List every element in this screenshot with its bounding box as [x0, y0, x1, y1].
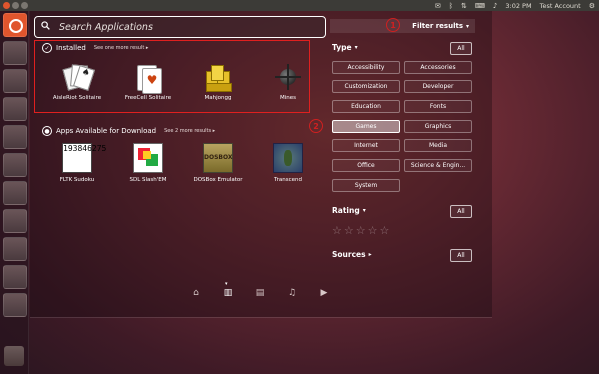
star-icon[interactable]: ☆: [344, 224, 354, 237]
sudoku-icon: 193846275: [62, 143, 106, 173]
available-section-header: ● Apps Available for Download See 2 more…: [42, 126, 215, 136]
category-developer[interactable]: Developer: [404, 80, 472, 93]
category-accessories[interactable]: Accessories: [404, 61, 472, 74]
category-education[interactable]: Education: [332, 100, 400, 113]
dash-home-icon[interactable]: [3, 13, 27, 37]
trash-icon[interactable]: [4, 346, 24, 366]
launcher: [0, 11, 29, 374]
rating-stars[interactable]: ☆ ☆ ☆ ☆ ☆: [332, 224, 389, 237]
triangle-down-icon: ▾: [362, 207, 366, 214]
session-gear-icon[interactable]: ⚙: [589, 2, 595, 10]
volume-icon[interactable]: ♪: [493, 2, 497, 10]
app-fltk-sudoku[interactable]: 193846275 FLTK Sudoku: [47, 143, 107, 183]
app-label: SDL Slash'EM: [129, 177, 167, 183]
bluetooth-icon[interactable]: ᛒ: [449, 2, 453, 10]
filter-results-button[interactable]: Filter results ▾: [330, 19, 475, 33]
search-input[interactable]: [57, 19, 316, 36]
network-icon[interactable]: ⇅: [461, 2, 467, 10]
app-label: FLTK Sudoku: [59, 177, 95, 183]
home-lens-icon[interactable]: ⌂: [190, 288, 202, 298]
sources-label: Sources: [332, 250, 366, 259]
terminal-launcher-icon[interactable]: [3, 293, 27, 317]
category-customization[interactable]: Customization: [332, 80, 400, 93]
top-panel: ✉ ᛒ ⇅ ⌨ ♪ 3:02 PM Test Account ⚙: [0, 0, 599, 11]
star-icon[interactable]: ☆: [380, 224, 390, 237]
dash-divider: [30, 317, 492, 318]
app-dosbox[interactable]: DOSBOX DOSBox Emulator: [188, 143, 248, 183]
apps-lens-icon[interactable]: ▥: [222, 281, 234, 298]
calc-launcher-icon[interactable]: [3, 125, 27, 149]
keyboard-icon[interactable]: ⌨: [475, 2, 485, 10]
search-box: [34, 16, 326, 38]
type-label: Type: [332, 43, 352, 52]
app-label: DOSBox Emulator: [193, 177, 243, 183]
sources-all-button[interactable]: All: [450, 249, 472, 262]
files-launcher-icon[interactable]: [3, 41, 27, 65]
workspaces-launcher-icon[interactable]: [3, 265, 27, 289]
filter-results-label: Filter results: [412, 22, 463, 30]
close-window-icon[interactable]: [3, 2, 10, 9]
annotation-callout-2: 2: [309, 119, 323, 133]
music-lens-icon[interactable]: ♫: [286, 288, 298, 298]
lens-bar: ⌂ ▥ ▤ ♫ ▶: [190, 281, 330, 298]
app-label: Transcend: [274, 177, 302, 183]
category-system[interactable]: System: [332, 179, 400, 192]
settings-launcher-icon[interactable]: [3, 237, 27, 261]
search-icon: [41, 21, 50, 30]
category-science-engineering[interactable]: Science & Engin...: [404, 159, 472, 172]
rating-all-button[interactable]: All: [450, 205, 472, 218]
see-more-available-link[interactable]: See 2 more results ▸: [164, 128, 215, 134]
minimize-window-icon[interactable]: [12, 2, 19, 9]
category-graphics[interactable]: Graphics: [404, 120, 472, 133]
available-title: Apps Available for Download: [56, 127, 157, 135]
star-icon[interactable]: ☆: [356, 224, 366, 237]
files-lens-icon[interactable]: ▤: [254, 288, 266, 298]
rating-filter-header[interactable]: Rating ▾: [332, 206, 366, 215]
annotation-callout-1: 1: [386, 18, 400, 32]
mail-icon[interactable]: ✉: [435, 2, 441, 10]
category-media[interactable]: Media: [404, 139, 472, 152]
triangle-down-icon: ▾: [465, 22, 469, 30]
app-sdl-slashem[interactable]: SDL Slash'EM: [118, 143, 178, 183]
type-filter-header[interactable]: Type ▾: [332, 43, 358, 52]
sources-filter-header[interactable]: Sources ▸: [332, 250, 372, 259]
category-internet[interactable]: Internet: [332, 139, 400, 152]
dot-circle-icon: ●: [42, 126, 52, 136]
slashem-icon: [133, 143, 163, 173]
star-icon[interactable]: ☆: [332, 224, 342, 237]
triangle-down-icon: ▾: [354, 44, 358, 51]
writer-launcher-icon[interactable]: [3, 97, 27, 121]
software-center-launcher-icon[interactable]: [3, 181, 27, 205]
user-menu[interactable]: Test Account: [540, 2, 581, 10]
ubuntu-one-launcher-icon[interactable]: [3, 209, 27, 233]
type-all-button[interactable]: All: [450, 42, 472, 55]
browser-launcher-icon[interactable]: [3, 69, 27, 93]
triangle-right-icon: ▸: [368, 251, 372, 258]
dosbox-icon: DOSBOX: [203, 143, 233, 173]
category-games[interactable]: Games: [332, 120, 400, 133]
clock[interactable]: 3:02 PM: [505, 2, 531, 10]
maximize-window-icon[interactable]: [21, 2, 28, 9]
video-lens-icon[interactable]: ▶: [318, 288, 330, 298]
star-icon[interactable]: ☆: [368, 224, 378, 237]
rating-label: Rating: [332, 206, 360, 215]
category-fonts[interactable]: Fonts: [404, 100, 472, 113]
transcend-icon: [273, 143, 303, 173]
category-accessibility[interactable]: Accessibility: [332, 61, 400, 74]
impress-launcher-icon[interactable]: [3, 153, 27, 177]
category-office[interactable]: Office: [332, 159, 400, 172]
annotation-highlight-box: [34, 40, 310, 113]
app-transcend[interactable]: Transcend: [258, 143, 318, 183]
